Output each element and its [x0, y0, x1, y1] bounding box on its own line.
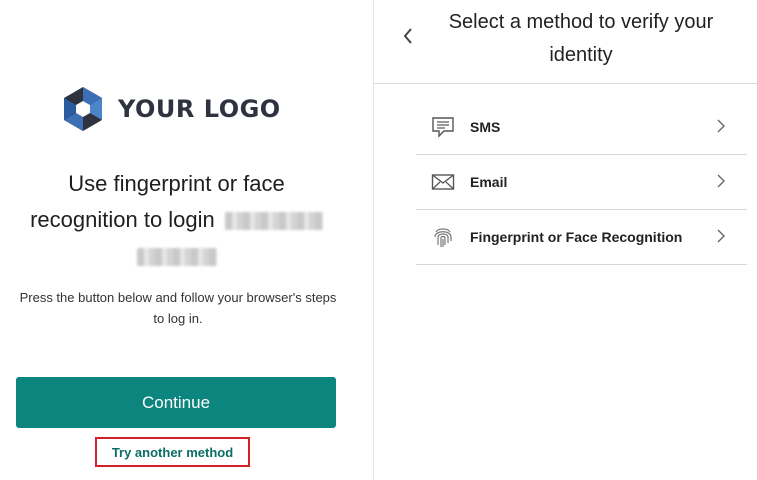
- method-label: Fingerprint or Face Recognition: [470, 229, 683, 245]
- logo-icon: [64, 87, 102, 131]
- logo-text: YOUR LOGO: [118, 95, 281, 123]
- method-item-fingerprint[interactable]: Fingerprint or Face Recognition: [416, 210, 747, 265]
- try-another-method-label: Try another method: [111, 444, 234, 460]
- sms-icon: [430, 114, 456, 140]
- headline-line1: Use fingerprint or face: [68, 171, 285, 196]
- method-list: SMS Email Fingerprint or Face Recognitio…: [416, 100, 747, 265]
- redacted-username-cont: [136, 248, 217, 267]
- headline-line2: recognition to login: [30, 207, 215, 232]
- try-another-method-link[interactable]: Try another method: [95, 437, 250, 467]
- instruction-text: Press the button below and follow your b…: [19, 290, 337, 326]
- logo: YOUR LOGO: [62, 86, 281, 132]
- panel-title: Select a method to verify your identity: [448, 11, 714, 66]
- method-label: Email: [470, 174, 508, 190]
- login-panel: YOUR LOGO Use fingerprint or face recogn…: [0, 0, 374, 480]
- continue-button[interactable]: Continue: [16, 377, 336, 428]
- chevron-right-icon: [717, 119, 725, 133]
- method-item-email[interactable]: Email: [416, 155, 747, 210]
- chevron-right-icon: [717, 174, 725, 188]
- method-label: SMS: [470, 119, 501, 135]
- page-title: Use fingerprint or face recognition to l…: [10, 166, 343, 274]
- fingerprint-icon: [430, 224, 456, 250]
- redacted-username: [224, 212, 323, 231]
- header-divider: [374, 83, 757, 84]
- chevron-left-icon: [403, 28, 412, 44]
- envelope-icon: [430, 169, 456, 195]
- back-button[interactable]: [394, 22, 422, 50]
- method-item-sms[interactable]: SMS: [416, 100, 747, 155]
- verification-method-panel: Select a method to verify your identity …: [374, 0, 757, 480]
- chevron-right-icon: [717, 229, 725, 243]
